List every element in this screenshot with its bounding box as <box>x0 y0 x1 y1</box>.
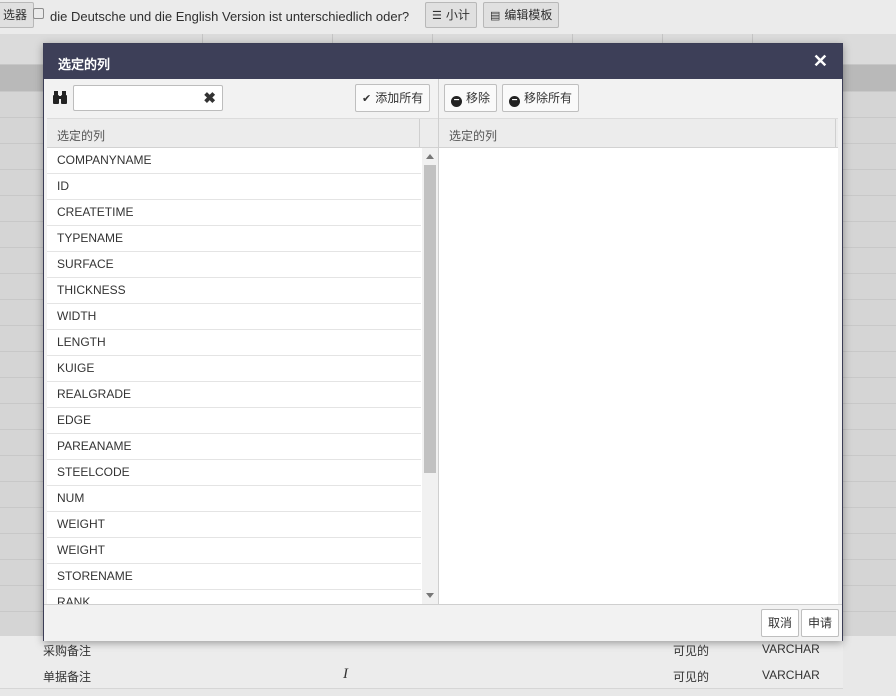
cancel-button[interactable]: 取消 <box>761 609 800 637</box>
list-item[interactable]: WEIGHT <box>47 512 421 538</box>
dialog-title: 选定的列 <box>58 57 111 72</box>
list-scrollbar[interactable] <box>422 148 438 604</box>
list-item[interactable]: THICKNESS <box>47 278 421 304</box>
apply-label: 申请 <box>808 616 833 630</box>
add-all-label: 添加所有 <box>375 91 424 105</box>
scroll-thumb[interactable] <box>424 165 436 473</box>
row-visibility: 可见的 <box>673 644 710 658</box>
list-item[interactable]: PAREANAME <box>47 434 421 460</box>
left-column-header: 选定的列 <box>47 119 438 148</box>
list-item[interactable]: SURFACE <box>47 252 421 278</box>
binoculars-icon <box>53 91 67 104</box>
close-icon[interactable]: ✕ <box>813 51 828 72</box>
left-pane-toolbar: ✖ ✔ 添加所有 <box>47 79 438 119</box>
list-item[interactable]: KUIGE <box>47 356 421 382</box>
available-columns-pane: ✖ ✔ 添加所有 选定的列 COMPANYNAME ID CREATETIME TYPE… <box>47 79 439 604</box>
dialog-title-bar: 选定的列 ✕ <box>44 44 842 79</box>
right-column-header-label: 选定的列 <box>449 129 498 143</box>
search-input[interactable] <box>77 87 201 111</box>
list-item[interactable]: RANK <box>47 590 421 604</box>
remove-all-label: 移除所有 <box>524 91 573 105</box>
remove-all-button[interactable]: − 移除所有 <box>502 84 580 112</box>
row-name: 采购备注 <box>43 644 92 658</box>
minus-circle-icon: − <box>451 96 462 107</box>
list-item[interactable]: EDGE <box>47 408 421 434</box>
add-all-button[interactable]: ✔ 添加所有 <box>355 84 431 112</box>
dialog-footer: 取消 申请 <box>44 604 842 641</box>
row-type: VARCHAR <box>762 642 820 656</box>
search-box: ✖ <box>73 85 223 111</box>
table-row[interactable]: 单据备注 I 可见的 VARCHAR <box>0 662 843 689</box>
list-item[interactable]: STEELCODE <box>47 460 421 486</box>
list-item[interactable]: TYPENAME <box>47 226 421 252</box>
scroll-up-icon[interactable] <box>426 154 434 159</box>
available-columns-list: COMPANYNAME ID CREATETIME TYPENAME SURFACE TH… <box>47 148 421 604</box>
remove-label: 移除 <box>466 91 491 105</box>
row-type: VARCHAR <box>762 668 820 682</box>
text-cursor-icon: I <box>343 666 348 682</box>
list-item[interactable]: REALGRADE <box>47 382 421 408</box>
list-item[interactable]: ID <box>47 174 421 200</box>
column-header-divider <box>419 119 420 147</box>
check-icon: ✔ <box>362 93 372 105</box>
clear-icon[interactable]: ✖ <box>203 89 216 107</box>
minus-circle-icon: − <box>509 96 520 107</box>
cancel-label: 取消 <box>768 616 793 630</box>
list-item[interactable]: NUM <box>47 486 421 512</box>
list-item[interactable]: COMPANYNAME <box>47 148 421 174</box>
list-item[interactable]: WIDTH <box>47 304 421 330</box>
left-column-header-label: 选定的列 <box>57 129 106 143</box>
scroll-down-icon[interactable] <box>426 593 434 598</box>
column-header-divider <box>835 119 836 147</box>
list-item[interactable]: LENGTH <box>47 330 421 356</box>
list-item[interactable]: STORENAME <box>47 564 421 590</box>
apply-button[interactable]: 申请 <box>801 609 840 637</box>
row-visibility: 可见的 <box>673 670 710 684</box>
selected-columns-pane: − 移除 − 移除所有 选定的列 <box>439 79 838 604</box>
list-item[interactable]: CREATETIME <box>47 200 421 226</box>
row-name: 单据备注 <box>43 670 92 684</box>
remove-button[interactable]: − 移除 <box>444 84 498 112</box>
selected-columns-list <box>439 148 838 604</box>
list-item[interactable]: WEIGHT <box>47 538 421 564</box>
right-column-header: 选定的列 <box>439 119 838 148</box>
right-pane-toolbar: − 移除 − 移除所有 <box>439 79 838 119</box>
column-selector-dialog: 选定的列 ✕ ✖ ✔ 添加所有 选定的列 COMPANYNAME ID CREATET… <box>43 43 843 641</box>
